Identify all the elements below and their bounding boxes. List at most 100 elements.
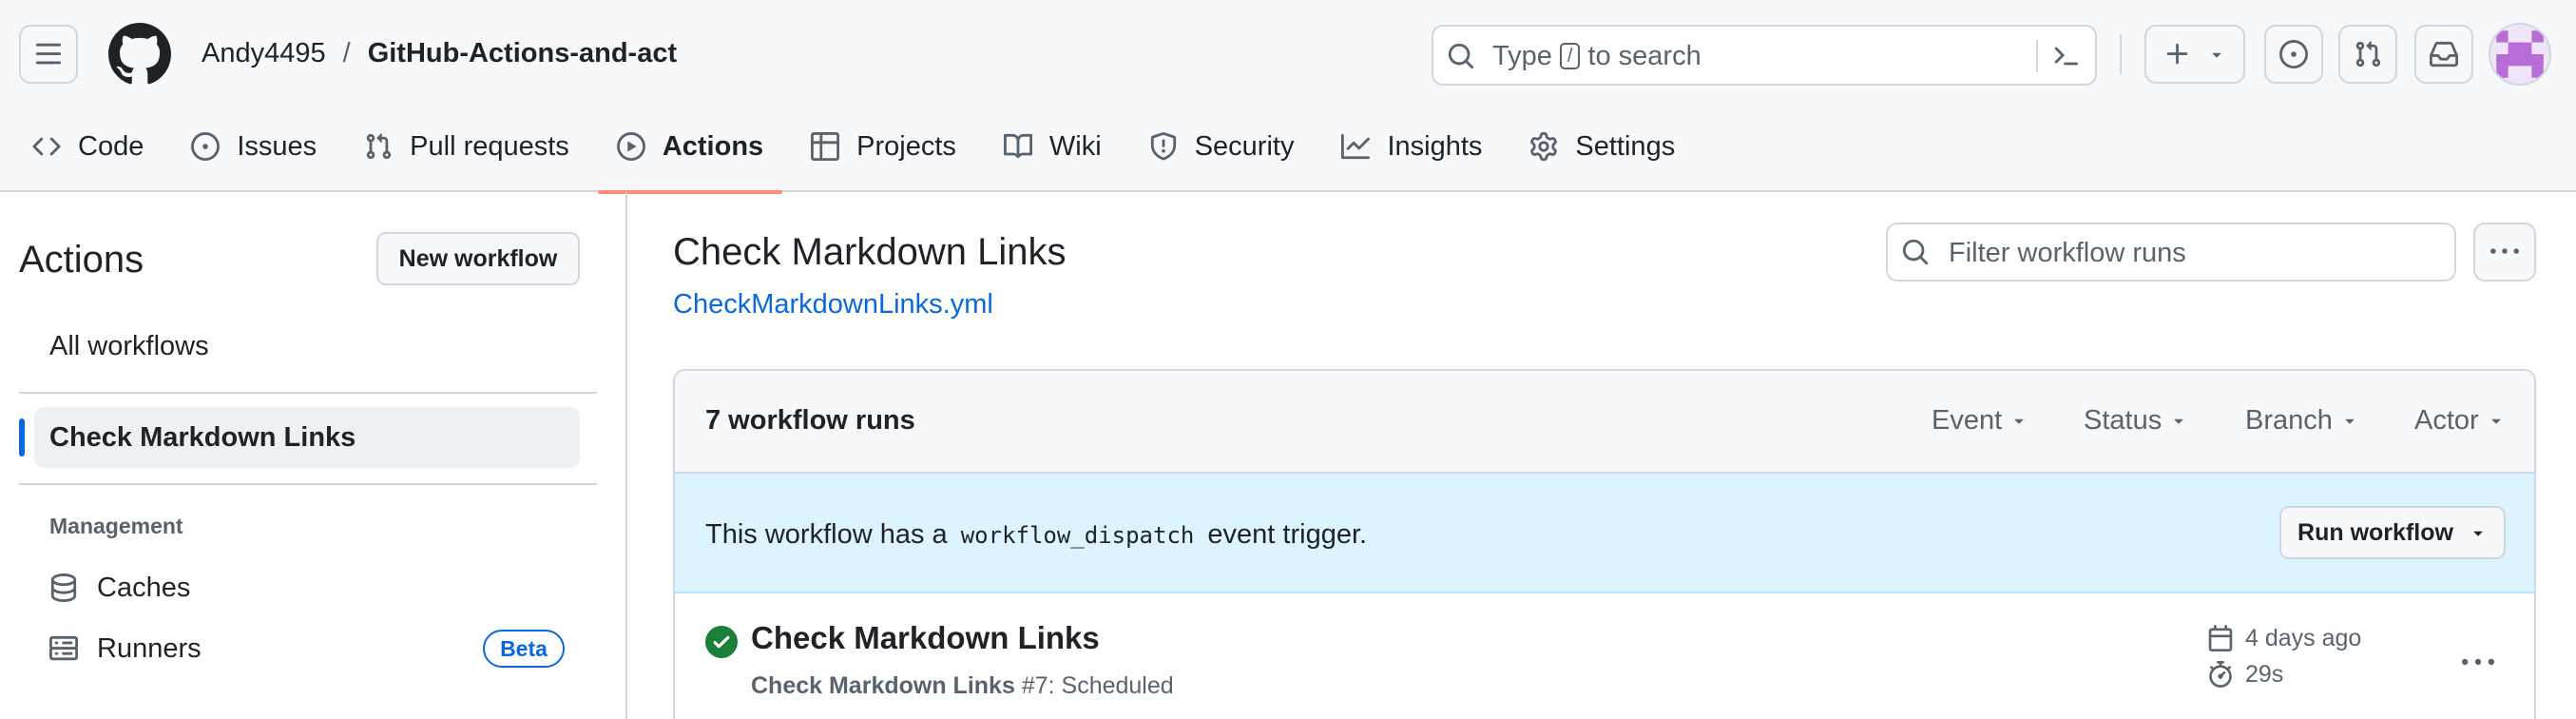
sidebar-item-all-workflows[interactable]: All workflows xyxy=(49,327,209,365)
header-divider xyxy=(2120,34,2122,74)
event-filter-dropdown[interactable]: Event xyxy=(1932,401,2028,439)
code-icon xyxy=(32,132,61,161)
run-subtitle: Check Markdown Links #7: Scheduled xyxy=(751,670,1174,702)
sidebar-divider xyxy=(19,483,597,485)
breadcrumb: Andy4495 / GitHub-Actions-and-act xyxy=(202,34,677,72)
search-icon xyxy=(1901,238,1930,266)
run-workflow-button[interactable]: Run workflow xyxy=(2279,506,2506,559)
global-search-input[interactable]: Type / to search xyxy=(1432,25,2097,86)
check-circle-fill-icon xyxy=(705,626,738,658)
run-trigger: : Scheduled xyxy=(1048,672,1174,699)
breadcrumb-owner-link[interactable]: Andy4495 xyxy=(202,34,326,72)
hamburger-icon xyxy=(34,40,63,68)
gear-icon xyxy=(1529,132,1558,161)
tab-code[interactable]: Code xyxy=(19,116,157,177)
search-shortcut-key: / xyxy=(1559,43,1581,69)
table-icon xyxy=(811,132,840,161)
dispatch-code: workflow_dispatch xyxy=(960,522,1195,549)
sidebar-item-label: Caches xyxy=(97,573,191,603)
server-icon xyxy=(49,634,78,663)
workflow-more-options-button[interactable] xyxy=(2473,223,2536,282)
repo-tabs: Code Issues Pull requests Actions Projec… xyxy=(19,116,1709,194)
triangle-down-icon xyxy=(2207,45,2226,64)
run-workflow-name: Check Markdown Links xyxy=(751,672,1015,699)
shield-icon xyxy=(1149,132,1178,161)
sidebar-title: Actions xyxy=(19,239,144,281)
issue-opened-icon xyxy=(2279,40,2308,68)
workflow-run-row[interactable]: Check Markdown Links Check Markdown Link… xyxy=(675,593,2534,719)
tab-insights[interactable]: Insights xyxy=(1328,116,1495,177)
notifications-button[interactable] xyxy=(2414,25,2473,84)
sidebar-item-runners[interactable]: Runners xyxy=(49,630,202,668)
run-workflow-label: Run workflow xyxy=(2297,518,2453,546)
filter-placeholder: Filter workflow runs xyxy=(1949,238,2186,268)
tab-label: Pull requests xyxy=(410,130,569,162)
tab-label: Actions xyxy=(662,130,764,162)
triangle-down-icon xyxy=(2009,411,2028,430)
filter-label: Event xyxy=(1932,405,2003,436)
open-menu-button[interactable] xyxy=(19,25,78,84)
breadcrumb-repo-link[interactable]: GitHub-Actions-and-act xyxy=(368,34,677,72)
tab-settings[interactable]: Settings xyxy=(1516,116,1688,177)
tab-security[interactable]: Security xyxy=(1136,116,1308,177)
management-heading: Management xyxy=(49,514,183,538)
dispatch-text-before: This workflow has a xyxy=(705,519,948,550)
tab-label: Issues xyxy=(237,130,317,162)
new-workflow-button[interactable]: New workflow xyxy=(376,232,580,285)
tab-label: Wiki xyxy=(1048,130,1102,162)
tab-actions[interactable]: Actions xyxy=(597,116,783,194)
run-duration-line: 29s xyxy=(2207,656,2361,692)
create-new-button[interactable] xyxy=(2144,25,2245,84)
your-pull-requests-button[interactable] xyxy=(2338,25,2397,84)
run-duration: 29s xyxy=(2245,661,2284,688)
tab-label: Settings xyxy=(1575,130,1676,162)
git-pull-request-icon xyxy=(2354,40,2382,68)
search-icon xyxy=(1447,42,1475,70)
actor-filter-dropdown[interactable]: Actor xyxy=(2414,401,2506,439)
sidebar-item-label: Runners xyxy=(97,633,202,664)
tab-pull-requests[interactable]: Pull requests xyxy=(351,116,583,177)
tab-label: Projects xyxy=(856,130,956,162)
kebab-horizontal-icon[interactable] xyxy=(2462,647,2494,679)
user-avatar[interactable] xyxy=(2489,23,2551,86)
search-placeholder: Type / to search xyxy=(1492,38,1701,74)
breadcrumb-separator: / xyxy=(342,38,351,68)
kebab-horizontal-icon xyxy=(2490,238,2519,266)
beta-badge: Beta xyxy=(483,630,565,668)
tab-issues[interactable]: Issues xyxy=(178,116,330,177)
sidebar-divider xyxy=(19,392,597,394)
sidebar-item-check-markdown-links[interactable]: Check Markdown Links xyxy=(34,407,580,468)
workflow-dispatch-banner: This workflow has a workflow_dispatch ev… xyxy=(675,474,2534,593)
tab-label: Code xyxy=(78,130,144,162)
active-indicator xyxy=(19,418,25,457)
database-icon xyxy=(49,573,78,602)
github-logo-icon[interactable] xyxy=(108,23,171,86)
stopwatch-icon xyxy=(2207,661,2234,688)
calendar-icon xyxy=(2207,625,2234,651)
triangle-down-icon xyxy=(2469,523,2488,542)
workflow-file-link[interactable]: CheckMarkdownLinks.yml xyxy=(673,285,993,323)
status-filter-dropdown[interactable]: Status xyxy=(2084,401,2188,439)
run-date: 4 days ago xyxy=(2245,625,2362,651)
inbox-icon xyxy=(2430,40,2458,68)
dispatch-message: This workflow has a workflow_dispatch ev… xyxy=(705,515,1367,554)
your-issues-button[interactable] xyxy=(2264,25,2323,84)
search-prefix: Type xyxy=(1492,41,1552,71)
filter-workflow-runs-input[interactable]: Filter workflow runs xyxy=(1886,223,2456,282)
run-title-link[interactable]: Check Markdown Links xyxy=(751,616,1100,660)
run-number: #7 xyxy=(1021,672,1048,699)
tab-wiki[interactable]: Wiki xyxy=(990,116,1115,177)
command-palette-icon[interactable] xyxy=(2051,42,2080,70)
branch-filter-dropdown[interactable]: Branch xyxy=(2245,401,2359,439)
dispatch-text-after: event trigger. xyxy=(1207,519,1368,550)
sidebar-item-caches[interactable]: Caches xyxy=(49,569,190,607)
filter-label: Status xyxy=(2084,405,2163,436)
filter-label: Actor xyxy=(2414,405,2479,436)
book-icon xyxy=(1003,132,1032,161)
global-header: Andy4495 / GitHub-Actions-and-act Type /… xyxy=(0,0,2576,194)
run-date-line: 4 days ago xyxy=(2207,620,2361,656)
runs-header: 7 workflow runs Event Status Branch Acto… xyxy=(675,371,2534,474)
search-divider xyxy=(2036,40,2038,72)
run-meta: 4 days ago 29s xyxy=(2207,620,2361,692)
tab-projects[interactable]: Projects xyxy=(798,116,970,177)
